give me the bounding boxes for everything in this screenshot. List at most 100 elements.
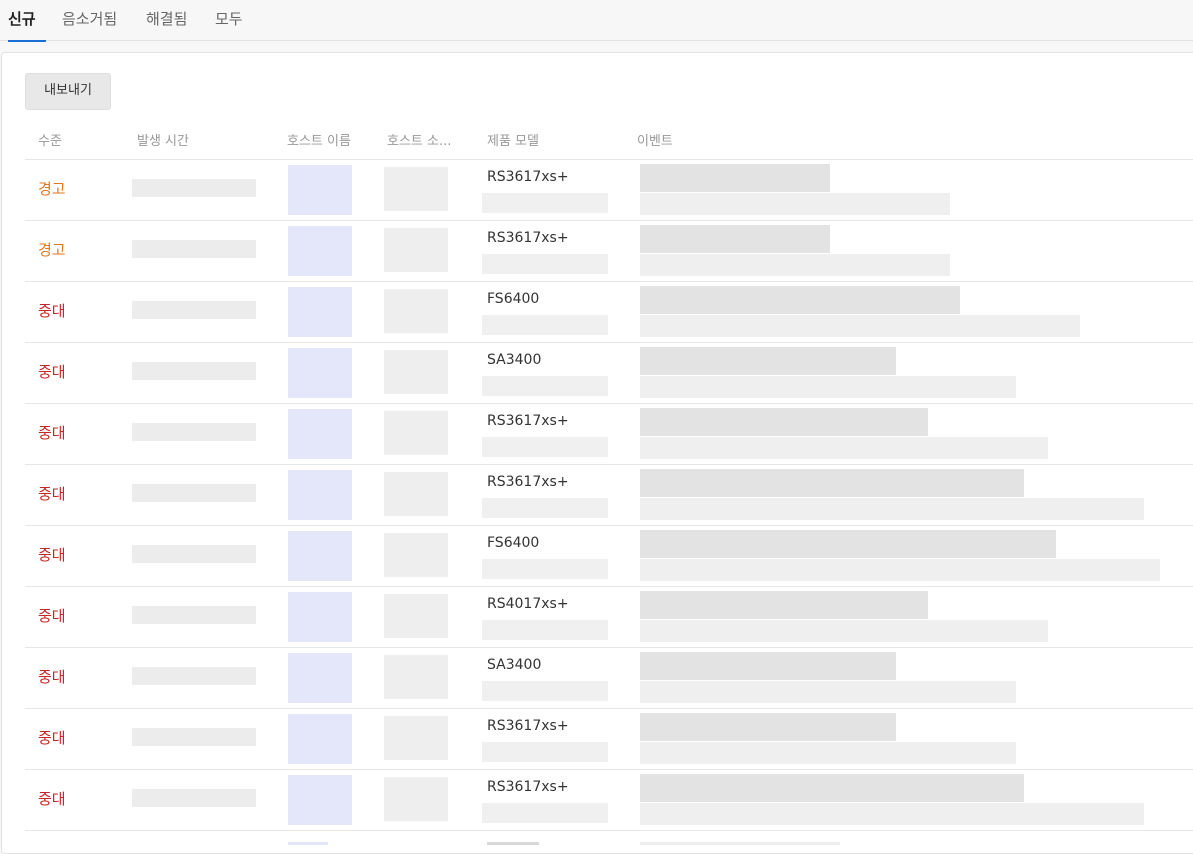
severity-level: 중대 <box>38 790 66 808</box>
row-divider <box>25 220 1193 221</box>
redacted-event <box>640 652 896 680</box>
redacted-event <box>640 347 896 375</box>
redacted-event <box>640 774 1024 802</box>
column-header-hostname[interactable]: 호스트 이름 <box>287 130 373 149</box>
redacted-host-source <box>384 228 448 272</box>
product-model: FS6400 <box>487 291 540 307</box>
redacted-host-source <box>384 716 448 760</box>
product-model: FS6400 <box>487 535 540 551</box>
redacted-event-detail <box>640 498 1144 520</box>
row-divider <box>25 586 1193 587</box>
redacted-host-source <box>384 472 448 516</box>
product-model: RS4017xs+ <box>487 596 569 612</box>
severity-level: 중대 <box>38 424 66 442</box>
export-button[interactable]: 내보내기 <box>25 73 111 110</box>
row-divider <box>25 769 1193 770</box>
product-model: RS3617xs+ <box>487 718 569 734</box>
redacted-event-detail <box>640 437 1048 459</box>
tab-bar: 신규 음소거됨 해결됨 모두 <box>0 0 1193 42</box>
table-row-partial <box>0 838 1193 845</box>
row-divider <box>25 342 1193 343</box>
severity-level: 경고 <box>38 241 66 259</box>
redacted-model-detail <box>482 315 608 335</box>
redacted-model-detail <box>482 742 608 762</box>
redacted-event-detail <box>640 681 1016 703</box>
severity-level: 경고 <box>38 180 66 198</box>
redacted-time <box>132 362 256 380</box>
redacted-event <box>640 286 960 314</box>
redacted-model-detail <box>482 681 608 701</box>
redacted-time <box>132 667 256 685</box>
redacted-event <box>640 408 928 436</box>
redacted-time <box>132 789 256 807</box>
redacted-model-detail <box>482 193 608 213</box>
tab-new[interactable]: 신규 <box>8 0 46 42</box>
redacted-model-detail <box>482 559 608 579</box>
severity-level: 중대 <box>38 729 66 747</box>
redacted-time <box>132 728 256 746</box>
product-model: SA3400 <box>487 352 542 368</box>
redacted-event-detail <box>640 742 1016 764</box>
redacted-hostname <box>288 531 352 581</box>
row-divider <box>25 647 1193 648</box>
redacted-model-detail <box>482 620 608 640</box>
tab-resolved[interactable]: 해결됨 <box>146 0 187 40</box>
row-divider <box>25 830 1193 831</box>
redacted-hostname <box>288 714 352 764</box>
redacted-event-detail <box>640 620 1048 642</box>
redacted-model-detail <box>482 803 608 823</box>
product-model: RS3617xs+ <box>487 413 569 429</box>
redacted-host-source <box>384 777 448 821</box>
redacted-event <box>640 713 896 741</box>
redacted-event <box>640 225 830 253</box>
redacted-time <box>132 301 256 319</box>
severity-level: 중대 <box>38 363 66 381</box>
redacted-time <box>132 423 256 441</box>
redacted-hostname <box>288 775 352 825</box>
redacted-event <box>640 591 928 619</box>
row-divider <box>25 159 1193 160</box>
column-header-time[interactable]: 발생 시간 <box>137 130 189 149</box>
severity-level: 중대 <box>38 485 66 503</box>
redacted-hostname <box>288 470 352 520</box>
severity-level: 중대 <box>38 546 66 564</box>
column-header-host-source[interactable]: 호스트 소... <box>387 130 467 149</box>
redacted-host-source <box>384 167 448 211</box>
redacted-model-detail <box>482 254 608 274</box>
product-model: RS3617xs+ <box>487 230 569 246</box>
severity-level: 중대 <box>38 668 66 686</box>
redacted-model-detail <box>482 437 608 457</box>
redacted-time <box>132 606 256 624</box>
redacted-event-detail <box>640 559 1160 581</box>
row-divider <box>25 403 1193 404</box>
column-header-product-model[interactable]: 제품 모델 <box>487 130 539 149</box>
redacted-event-detail <box>640 254 950 276</box>
tab-all[interactable]: 모두 <box>215 0 243 40</box>
row-divider <box>25 708 1193 709</box>
redacted-event-detail <box>640 803 1144 825</box>
row-divider <box>25 281 1193 282</box>
redacted-event-detail <box>640 315 1080 337</box>
column-header-level[interactable]: 수준 <box>38 130 62 149</box>
redacted-hostname <box>288 409 352 459</box>
severity-level: 중대 <box>38 302 66 320</box>
redacted-event-detail <box>640 193 950 215</box>
redacted-hostname <box>288 592 352 642</box>
redacted-hostname <box>288 165 352 215</box>
redacted-hostname <box>288 287 352 337</box>
product-model: RS3617xs+ <box>487 474 569 490</box>
redacted-event-detail <box>640 376 1016 398</box>
redacted-model-detail <box>482 498 608 518</box>
redacted-host-source <box>384 655 448 699</box>
product-model: RS3617xs+ <box>487 779 569 795</box>
column-header-event[interactable]: 이벤트 <box>637 130 673 149</box>
redacted-host-source <box>384 533 448 577</box>
redacted-event <box>640 530 1056 558</box>
redacted-hostname <box>288 226 352 276</box>
redacted-event <box>640 469 1024 497</box>
severity-level: 중대 <box>38 607 66 625</box>
redacted-time <box>132 484 256 502</box>
tab-muted[interactable]: 음소거됨 <box>62 0 117 40</box>
redacted-host-source <box>384 594 448 638</box>
row-divider <box>25 525 1193 526</box>
